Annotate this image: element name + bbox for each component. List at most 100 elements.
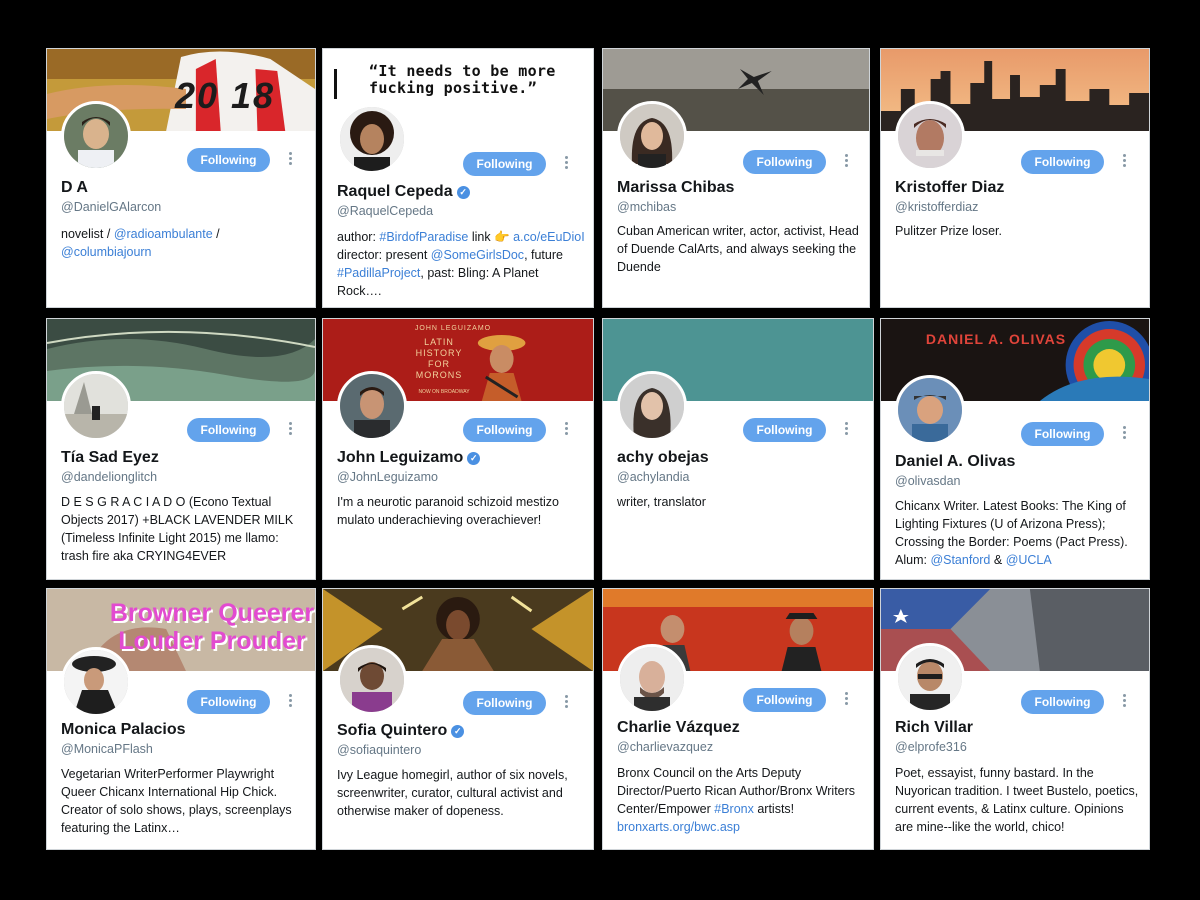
bio-link[interactable]: #PadillaProject	[337, 266, 420, 280]
bio-link[interactable]: #Bronx	[714, 802, 754, 816]
more-options-icon[interactable]	[1121, 154, 1127, 170]
following-button[interactable]: Following	[187, 148, 270, 172]
profile-handle[interactable]: @RaquelCepeda	[337, 204, 433, 218]
following-button[interactable]: Following	[463, 418, 546, 442]
profile-card-2[interactable]: “It needs to be more fucking positive.” …	[322, 48, 594, 308]
profile-handle[interactable]: @achylandia	[617, 470, 689, 484]
profile-card-8[interactable]: DANIEL A. OLIVAS Following Daniel A. Oli…	[880, 318, 1150, 580]
profile-name[interactable]: Kristoffer Diaz	[895, 179, 1004, 197]
profile-handle[interactable]: @kristofferdiaz	[895, 200, 978, 214]
bio-link[interactable]: a.co/eEuDioI	[513, 230, 585, 244]
profile-name[interactable]: achy obejas	[617, 449, 709, 467]
profile-name[interactable]: Tía Sad Eyez	[61, 449, 159, 467]
profile-card-4[interactable]: Following Kristoffer Diaz @kristofferdia…	[880, 48, 1150, 308]
bio-link[interactable]: @Stanford	[930, 553, 990, 567]
more-options-icon[interactable]	[287, 152, 293, 168]
more-options-icon[interactable]	[287, 422, 293, 438]
more-options-icon[interactable]	[1121, 426, 1127, 442]
profile-name[interactable]: Marissa Chibas	[617, 179, 734, 197]
more-options-icon[interactable]	[843, 154, 849, 170]
more-options-icon[interactable]	[563, 422, 569, 438]
profile-card-5[interactable]: Following Tía Sad Eyez @dandelionglitch …	[46, 318, 316, 580]
more-options-icon[interactable]	[563, 156, 569, 172]
banner-text: JOHN LEGUIZAMO	[414, 325, 492, 332]
profile-handle[interactable]: @dandelionglitch	[61, 470, 157, 484]
profile-name[interactable]: D A	[61, 179, 88, 197]
avatar[interactable]	[337, 104, 407, 174]
profile-bio: Chicanx Writer. Latest Books: The King o…	[895, 497, 1141, 569]
avatar[interactable]	[61, 647, 131, 717]
profile-card-10[interactable]: Following Sofia Quintero ✓ @sofiaquintero…	[322, 588, 594, 850]
profile-card-7[interactable]: Following achy obejas @achylandia writer…	[602, 318, 874, 580]
following-button[interactable]: Following	[187, 690, 270, 714]
profile-name[interactable]: Sofia Quintero ✓	[337, 722, 465, 740]
profile-name[interactable]: Raquel Cepeda ✓	[337, 183, 470, 201]
verified-badge-icon: ✓	[451, 725, 465, 738]
profile-bio: Poet, essayist, funny bastard. In the Nu…	[895, 764, 1141, 836]
profile-name[interactable]: Charlie Vázquez	[617, 719, 740, 737]
bio-text: D E S G R A C I A D O (Econo Textual Obj…	[61, 495, 294, 563]
profile-handle[interactable]: @mchibas	[617, 200, 676, 214]
bio-text: Pulitzer Prize loser.	[895, 224, 1002, 238]
following-button[interactable]: Following	[743, 418, 826, 442]
profile-handle[interactable]: @JohnLeguizamo	[337, 470, 438, 484]
profile-card-3[interactable]: Following Marissa Chibas @mchibas Cuban …	[602, 48, 870, 308]
bio-link[interactable]: #BirdofParadise	[379, 230, 468, 244]
bio-link[interactable]: bronxarts.org/bwc.asp	[617, 820, 740, 834]
profile-name[interactable]: John Leguizamo ✓	[337, 449, 481, 467]
verified-badge-icon: ✓	[456, 186, 470, 199]
profile-handle[interactable]: @olivasdan	[895, 474, 961, 488]
avatar[interactable]	[337, 371, 407, 441]
avatar[interactable]	[617, 371, 687, 441]
banner-subtitle: Louder Prouder	[118, 627, 306, 655]
following-button[interactable]: Following	[463, 152, 546, 176]
profile-bio: Cuban American writer, actor, activist, …	[617, 222, 861, 276]
following-button[interactable]: Following	[1021, 690, 1104, 714]
bio-link[interactable]: @radioambulante	[114, 227, 213, 241]
following-button[interactable]: Following	[1021, 422, 1104, 446]
more-options-icon[interactable]	[843, 422, 849, 438]
following-button[interactable]: Following	[187, 418, 270, 442]
following-button[interactable]: Following	[463, 691, 546, 715]
bio-text: author:	[337, 230, 380, 244]
bio-text: artists!	[753, 802, 795, 816]
more-options-icon[interactable]	[843, 692, 849, 708]
profile-name[interactable]: Rich Villar	[895, 719, 973, 737]
bio-text: director: present	[337, 248, 431, 262]
profile-handle[interactable]: @sofiaquintero	[337, 743, 421, 757]
bio-link[interactable]: @SomeGirlsDoc	[431, 248, 524, 262]
profile-bio: I'm a neurotic paranoid schizoid mestizo…	[337, 493, 585, 529]
banner-subtitle: LATIN HISTORY FOR MORONS	[415, 337, 463, 380]
more-options-icon[interactable]	[287, 694, 293, 710]
avatar[interactable]	[617, 101, 687, 171]
profile-name[interactable]: Monica Palacios	[61, 721, 186, 739]
avatar[interactable]	[617, 644, 687, 714]
bio-text: novelist /	[61, 227, 114, 241]
avatar[interactable]	[337, 645, 407, 715]
banner-text: DANIEL A. OLIVAS	[925, 331, 1067, 347]
profile-handle[interactable]: @DanielGAlarcon	[61, 200, 161, 214]
more-options-icon[interactable]	[1121, 694, 1127, 710]
avatar[interactable]	[895, 375, 965, 445]
profile-handle[interactable]: @charlievazquez	[617, 740, 713, 754]
avatar[interactable]	[61, 101, 131, 171]
more-options-icon[interactable]	[563, 695, 569, 711]
avatar[interactable]	[61, 371, 131, 441]
profile-card-1[interactable]: 20 18 Following D A @DanielGAlarcon nove…	[46, 48, 316, 308]
avatar[interactable]	[895, 101, 965, 171]
profile-card-11[interactable]: Following Charlie Vázquez @charlievazque…	[602, 588, 874, 850]
following-button[interactable]: Following	[1021, 150, 1104, 174]
profile-card-6[interactable]: JOHN LEGUIZAMO LATIN HISTORY FOR MORONS …	[322, 318, 594, 580]
bio-text: Cuban American writer, actor, activist, …	[617, 224, 859, 274]
following-button[interactable]: Following	[743, 688, 826, 712]
avatar[interactable]	[895, 643, 965, 713]
profile-handle[interactable]: @elprofe316	[895, 740, 967, 754]
profile-name[interactable]: Daniel A. Olivas	[895, 453, 1015, 471]
bio-link[interactable]: @UCLA	[1006, 553, 1052, 567]
bio-text: link 👉	[468, 230, 514, 244]
profile-card-12[interactable]: Following Rich Villar @elprofe316 Poet, …	[880, 588, 1150, 850]
bio-link[interactable]: @columbiajourn	[61, 245, 152, 259]
profile-handle[interactable]: @MonicaPFlash	[61, 742, 153, 756]
following-button[interactable]: Following	[743, 150, 826, 174]
profile-card-9[interactable]: Browner Queerer Louder Prouder Following…	[46, 588, 316, 850]
